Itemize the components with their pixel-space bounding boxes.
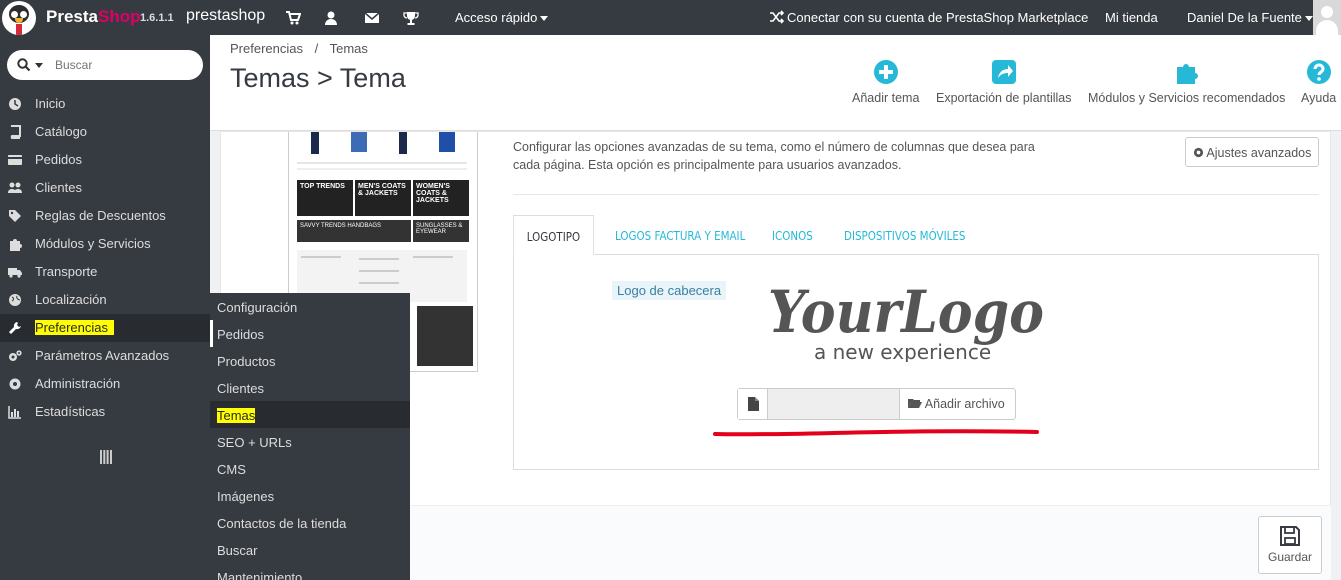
bar-chart-icon bbox=[8, 406, 21, 419]
breadcrumb-current: Temas bbox=[329, 41, 368, 56]
thumb-banner: WOMEN'S COATS & JACKETS bbox=[413, 180, 469, 216]
thumb-banner: MEN'S COATS & JACKETS bbox=[355, 180, 411, 216]
submenu-item-clientes[interactable]: Clientes bbox=[210, 374, 410, 401]
logo-tabs: LOGOTIPO LOGOS FACTURA Y EMAIL ICONOS DI… bbox=[513, 215, 1319, 255]
sidebar-item-modulos[interactable]: Módulos y Servicios bbox=[0, 230, 210, 258]
save-button[interactable]: Guardar bbox=[1258, 516, 1322, 574]
help-button[interactable]: Ayuda bbox=[1301, 59, 1336, 105]
sidebar-item-estadisticas[interactable]: Estadísticas bbox=[0, 398, 210, 426]
add-theme-button[interactable]: Añadir tema bbox=[852, 59, 919, 105]
submenu-item-temas[interactable]: Temas bbox=[210, 401, 410, 428]
credit-card-icon bbox=[8, 155, 22, 165]
tab-logotipo[interactable]: LOGOTIPO bbox=[513, 215, 594, 255]
logo-text: YourLogo bbox=[768, 278, 1044, 346]
page-title: Temas > Tema bbox=[230, 63, 406, 93]
thumb-banner: TOP TRENDS bbox=[297, 180, 353, 216]
marketplace-link[interactable]: Conectar con su cuenta de PrestaShop Mar… bbox=[787, 10, 1088, 25]
tab-dispositivos-moviles[interactable]: DISPOSITIVOS MÓVILES bbox=[844, 215, 965, 255]
tab-iconos[interactable]: ICONOS bbox=[772, 215, 813, 255]
thumb-banner: SUNGLASSES & EYEWEAR bbox=[413, 220, 469, 242]
folder-open-icon bbox=[908, 399, 922, 408]
sidebar-item-transporte[interactable]: Transporte bbox=[0, 258, 210, 286]
cart-icon[interactable] bbox=[285, 10, 301, 26]
logo-file-input[interactable]: Añadir archivo bbox=[737, 388, 1016, 420]
page-header: Preferencias / Temas Temas > Tema Añadir… bbox=[210, 35, 1341, 131]
breadcrumb-parent[interactable]: Preferencias bbox=[230, 41, 303, 56]
sidebar-item-clientes[interactable]: Clientes bbox=[0, 174, 210, 202]
sidebar: Inicio Catálogo Pedidos Clientes Reglas … bbox=[0, 35, 210, 580]
header-logo-label: Logo de cabecera bbox=[612, 281, 727, 300]
file-name-field[interactable] bbox=[768, 389, 900, 419]
sidebar-item-preferencias[interactable]: Preferencias bbox=[0, 314, 210, 342]
question-circle-icon bbox=[1306, 60, 1331, 84]
prestashop-logo-icon[interactable] bbox=[2, 1, 36, 35]
trophy-icon[interactable] bbox=[403, 10, 419, 26]
cog-icon bbox=[1193, 147, 1203, 158]
sidebar-item-catalogo[interactable]: Catálogo bbox=[0, 118, 210, 146]
recommended-modules-button[interactable]: Módulos y Servicios recomendados bbox=[1088, 59, 1285, 105]
sidebar-item-reglas-descuentos[interactable]: Reglas de Descuentos bbox=[0, 202, 210, 230]
truck-icon bbox=[8, 268, 22, 278]
tags-icon bbox=[9, 210, 21, 222]
sidebar-item-localizacion[interactable]: Localización bbox=[0, 286, 210, 314]
globe-icon bbox=[9, 294, 21, 306]
logo-tagline: a new experience bbox=[814, 340, 991, 362]
collapse-sidebar-icon[interactable] bbox=[100, 450, 112, 464]
share-icon bbox=[991, 60, 1016, 84]
puzzle-icon bbox=[1176, 64, 1198, 84]
users-icon bbox=[8, 182, 22, 193]
sidebar-item-pedidos[interactable]: Pedidos bbox=[0, 146, 210, 174]
submenu-item-imagenes[interactable]: Imágenes bbox=[210, 482, 410, 509]
submenu-item-buscar[interactable]: Buscar bbox=[210, 536, 410, 563]
user-menu[interactable]: Daniel De la Fuente bbox=[1187, 10, 1313, 25]
submenu-item-configuracion[interactable]: Configuración bbox=[210, 293, 410, 320]
submenu-item-contactos[interactable]: Contactos de la tienda bbox=[210, 509, 410, 536]
save-icon bbox=[1280, 526, 1300, 546]
your-logo-image: YourLogo a new experience bbox=[768, 278, 1044, 362]
version-label: 1.6.1.1 bbox=[140, 12, 174, 24]
submenu-item-seo-urls[interactable]: SEO + URLs bbox=[210, 428, 410, 455]
plus-circle-icon bbox=[873, 60, 898, 84]
submenu-item-cms[interactable]: CMS bbox=[210, 455, 410, 482]
sidebar-item-parametros-avanzados[interactable]: Parámetros Avanzados bbox=[0, 342, 210, 370]
shuffle-icon bbox=[770, 10, 785, 24]
search-icon[interactable] bbox=[17, 58, 31, 72]
theme-description: Configurar las opciones avanzadas de su … bbox=[513, 140, 1035, 172]
cog-icon bbox=[9, 378, 21, 390]
submenu-item-productos[interactable]: Productos bbox=[210, 347, 410, 374]
caret-down-icon bbox=[540, 16, 549, 22]
shop-name[interactable]: prestashop bbox=[186, 7, 265, 25]
advanced-settings-button[interactable]: Ajustes avanzados bbox=[1185, 137, 1319, 167]
file-icon bbox=[738, 389, 768, 419]
cogs-icon bbox=[9, 350, 22, 361]
search-input[interactable] bbox=[55, 55, 195, 75]
avatar[interactable] bbox=[1313, 0, 1341, 35]
divider bbox=[513, 194, 1319, 195]
my-store-link[interactable]: Mi tienda bbox=[1105, 10, 1158, 25]
home-icon bbox=[9, 98, 21, 110]
preferences-submenu: Configuración Pedidos Productos Clientes… bbox=[210, 293, 410, 580]
top-navbar: PrestaShop 1.6.1.1 prestashop Acceso ráp… bbox=[0, 0, 1341, 35]
quick-access-dropdown[interactable]: Acceso rápido bbox=[455, 10, 549, 25]
puzzle-icon bbox=[10, 239, 22, 251]
envelope-icon[interactable] bbox=[364, 10, 380, 26]
user-icon[interactable] bbox=[323, 10, 339, 26]
sidebar-item-inicio[interactable]: Inicio bbox=[0, 90, 210, 118]
submenu-item-pedidos[interactable]: Pedidos bbox=[210, 320, 410, 347]
sidebar-item-administracion[interactable]: Administración bbox=[0, 370, 210, 398]
caret-down-icon bbox=[1304, 16, 1313, 22]
export-templates-button[interactable]: Exportación de plantillas bbox=[936, 59, 1072, 105]
submenu-item-mantenimiento[interactable]: Mantenimiento bbox=[210, 563, 410, 580]
red-annotation-underline bbox=[713, 429, 1039, 437]
wrench-icon bbox=[9, 322, 21, 334]
tab-logos-factura-email[interactable]: LOGOS FACTURA Y EMAIL bbox=[615, 215, 745, 255]
brand-name[interactable]: PrestaShop bbox=[46, 7, 140, 27]
caret-down-icon[interactable] bbox=[35, 63, 43, 68]
submenu-accent bbox=[210, 320, 213, 347]
search-box[interactable] bbox=[7, 50, 203, 80]
breadcrumb: Preferencias / Temas bbox=[230, 41, 368, 56]
thumb-banner: SAVVY TRENDS HANDBAGS bbox=[297, 220, 411, 242]
add-file-button[interactable]: Añadir archivo bbox=[900, 389, 1015, 419]
book-icon bbox=[10, 125, 21, 139]
